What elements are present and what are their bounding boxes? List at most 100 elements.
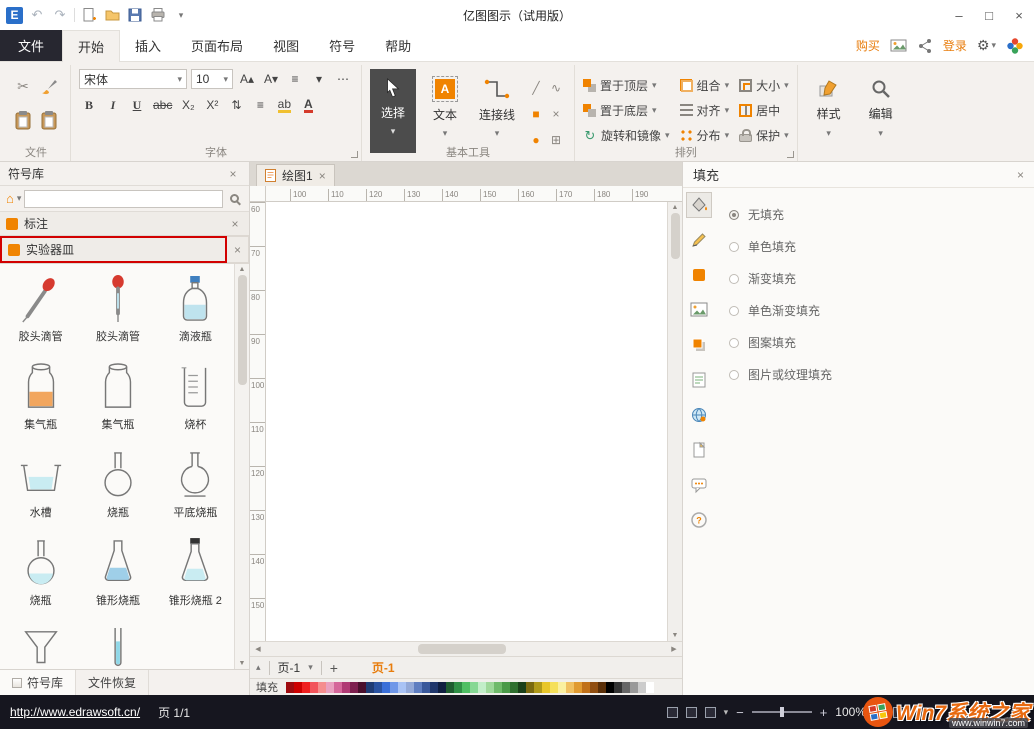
symbol-item[interactable]: 平底烧瓶: [157, 444, 234, 532]
distribute-button[interactable]: 分布▾: [680, 127, 730, 144]
tab-file-recovery[interactable]: 文件恢复: [76, 670, 149, 695]
share-icon[interactable]: [917, 38, 933, 54]
search-icon[interactable]: [230, 194, 239, 203]
canvas-horizontal-scrollbar[interactable]: ◀ ▶: [250, 641, 682, 656]
text-tool-button[interactable]: A 文本 ▾: [422, 69, 468, 145]
view-outline-icon[interactable]: [686, 707, 697, 718]
size-button[interactable]: 大小▾: [739, 77, 789, 94]
rectangle-tool-icon[interactable]: ■: [532, 107, 539, 121]
page-list-chevron-icon[interactable]: ▴: [256, 662, 261, 673]
tab-page-layout[interactable]: 页面布局: [176, 30, 258, 61]
line-style-tool-icon[interactable]: [686, 227, 712, 253]
select-tool-button[interactable]: 选择 ▾: [370, 69, 416, 153]
dialog-launcher-icon[interactable]: [787, 151, 794, 158]
font-color-button[interactable]: A: [298, 95, 318, 115]
print-icon[interactable]: [149, 6, 167, 24]
help-tool-icon[interactable]: ?: [686, 507, 712, 533]
view-fullscreen-icon[interactable]: [705, 707, 716, 718]
close-icon[interactable]: ×: [225, 167, 241, 181]
document-tab[interactable]: 绘图1 ×: [256, 164, 335, 186]
tab-home[interactable]: 开始: [62, 30, 120, 62]
tab-insert[interactable]: 插入: [120, 30, 176, 61]
buy-link[interactable]: 购买: [856, 37, 880, 54]
section-labware[interactable]: 实验器皿 ×: [0, 236, 249, 264]
theme-pinwheel-icon[interactable]: [1006, 37, 1024, 55]
symbol-item[interactable]: 烧杯: [157, 356, 234, 444]
close-icon[interactable]: ×: [227, 217, 243, 231]
paste-icon[interactable]: [14, 110, 32, 130]
align-text-icon[interactable]: ≡: [285, 69, 305, 89]
rotate-mirror-button[interactable]: ↻旋转和镜像▾: [583, 127, 670, 144]
active-page-tab[interactable]: 页-1: [372, 659, 395, 676]
symbol-item[interactable]: 水槽: [2, 444, 79, 532]
scroll-left-icon[interactable]: ◀: [250, 645, 266, 653]
symbol-item[interactable]: 烧瓶: [79, 444, 156, 532]
align-button[interactable]: 对齐▾: [680, 102, 730, 119]
customize-toolbar-chevron-icon[interactable]: ▾: [172, 6, 190, 24]
scroll-up-icon[interactable]: ▲: [239, 266, 246, 273]
curve-tool-icon[interactable]: ∿: [551, 81, 561, 95]
fill-tool-icon[interactable]: [686, 192, 712, 218]
zoom-out-icon[interactable]: −: [736, 705, 744, 720]
canvas-vertical-scrollbar[interactable]: ▲ ▼: [667, 202, 682, 641]
symbol-item[interactable]: 集气瓶: [79, 356, 156, 444]
italic-button[interactable]: I: [103, 95, 123, 115]
section-annotation[interactable]: 标注 ×: [0, 212, 249, 236]
image-tool-icon[interactable]: [686, 297, 712, 323]
symbol-item-partial[interactable]: [79, 620, 156, 669]
scroll-down-icon[interactable]: ▼: [239, 660, 246, 667]
font-family-select[interactable]: 宋体▾: [79, 69, 187, 89]
superscript-button[interactable]: X²: [202, 95, 222, 115]
minimize-button[interactable]: –: [944, 3, 974, 27]
page-dropdown[interactable]: 页-1: [278, 659, 301, 676]
symbol-item[interactable]: 集气瓶: [2, 356, 79, 444]
save-icon[interactable]: [126, 6, 144, 24]
paste-special-icon[interactable]: [40, 110, 58, 130]
new-document-icon[interactable]: [80, 6, 98, 24]
bring-to-front-button[interactable]: 置于顶层▾: [583, 77, 670, 94]
chevron-down-icon[interactable]: ▾: [724, 707, 729, 718]
tab-symbol[interactable]: 符号: [314, 30, 370, 61]
zoom-slider[interactable]: [752, 711, 812, 713]
hyperlink-tool-icon[interactable]: [686, 402, 712, 428]
more-options-icon[interactable]: ⋯: [333, 69, 353, 89]
symbol-item[interactable]: 锥形烧瓶: [79, 532, 156, 620]
home-icon[interactable]: ⌂: [6, 191, 14, 206]
delete-tool-icon[interactable]: ×: [552, 107, 559, 121]
line-tool-icon[interactable]: ╱: [532, 81, 539, 95]
tab-symbol-library[interactable]: 符号库: [0, 670, 76, 695]
symbol-item-partial[interactable]: [2, 620, 79, 669]
tab-help[interactable]: 帮助: [370, 30, 426, 61]
fill-option-single-gradient[interactable]: 单色渐变填充: [729, 302, 1034, 319]
maximize-button[interactable]: □: [974, 3, 1004, 27]
bullet-list-icon[interactable]: ≡: [250, 95, 270, 115]
protect-button[interactable]: 保护▾: [739, 127, 789, 144]
center-button[interactable]: 居中: [739, 102, 789, 119]
settings-menu[interactable]: ⚙▾: [977, 37, 996, 54]
scrollbar-thumb[interactable]: [671, 213, 680, 259]
symbol-panel-scrollbar[interactable]: ▲ ▼: [234, 264, 249, 669]
scroll-up-icon[interactable]: ▲: [672, 204, 679, 211]
color-palette[interactable]: [286, 682, 654, 693]
zoom-in-icon[interactable]: +: [820, 705, 828, 720]
connector-tool-button[interactable]: 连接线 ▾: [474, 69, 520, 145]
scroll-right-icon[interactable]: ▶: [666, 645, 682, 653]
scrollbar-thumb[interactable]: [238, 275, 247, 385]
login-link[interactable]: 登录: [943, 37, 967, 54]
scrollbar-thumb[interactable]: [418, 644, 506, 654]
fill-option-picture[interactable]: 图片或纹理填充: [729, 366, 1034, 383]
close-icon[interactable]: ×: [1017, 168, 1024, 182]
strikethrough-button[interactable]: abc: [151, 95, 174, 115]
fill-option-solid[interactable]: 单色填充: [729, 238, 1034, 255]
symbol-item[interactable]: 滴液瓶: [157, 268, 234, 356]
chevron-down-icon[interactable]: ▾: [308, 662, 313, 673]
page-setup-tool-icon[interactable]: [686, 437, 712, 463]
tab-view[interactable]: 视图: [258, 30, 314, 61]
symbol-search-input[interactable]: [24, 190, 223, 208]
decrease-font-icon[interactable]: A▾: [261, 69, 281, 89]
labware-highlight-box[interactable]: 实验器皿: [0, 236, 227, 263]
fill-option-none[interactable]: 无填充: [729, 206, 1034, 223]
dialog-launcher-icon[interactable]: [351, 151, 358, 158]
close-icon[interactable]: ×: [319, 169, 326, 183]
add-page-button[interactable]: +: [330, 660, 338, 676]
